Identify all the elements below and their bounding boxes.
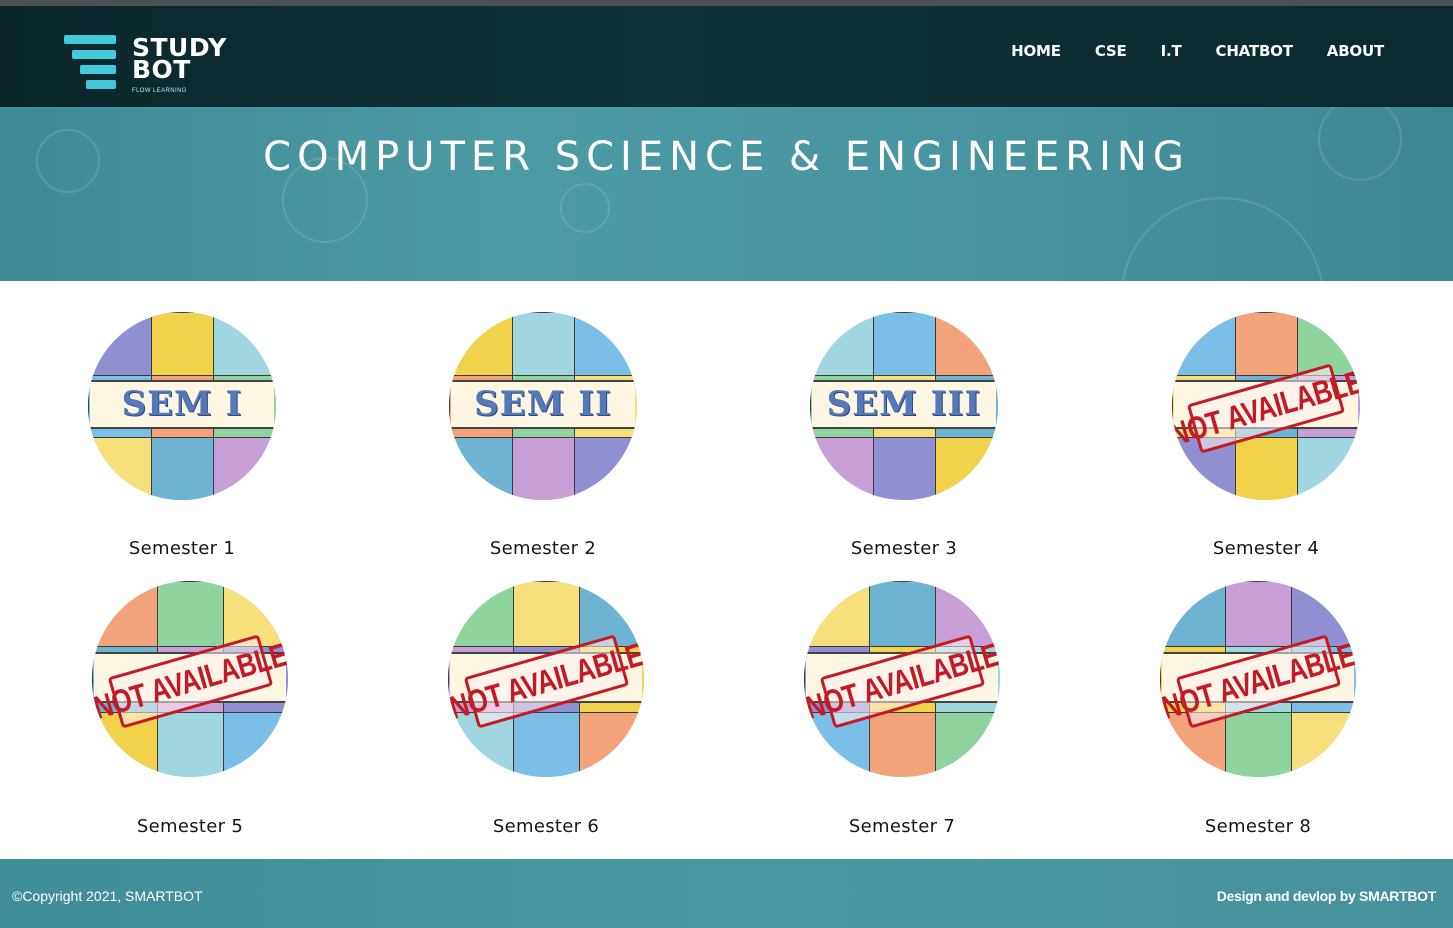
- semester-thumbnail[interactable]: NOT AVAILABLE: [1160, 581, 1356, 777]
- illustration-tile: [1225, 581, 1293, 649]
- illustration-tile: [157, 711, 225, 777]
- illustration-tile: [810, 437, 875, 500]
- semester-badge-text: SEM I: [121, 384, 243, 425]
- illustration-tile: [448, 581, 516, 649]
- illustration-tile: [449, 437, 514, 500]
- semester-thumbnail[interactable]: NOT AVAILABLE: [448, 581, 644, 777]
- illustration-tile: [511, 312, 577, 377]
- illustration-tile: [157, 581, 225, 649]
- semester-grid: SEM I Semester 1 SEM II Semester 2 SEM III Se…: [0, 281, 1453, 859]
- illustration-tile: [810, 312, 875, 377]
- illustration-tile: [150, 312, 216, 377]
- illustration-tile: [869, 711, 937, 777]
- illustration-tile: [513, 711, 581, 777]
- illustration-tile: [934, 711, 1000, 777]
- illustration-tile: [88, 312, 153, 377]
- logo-text-bot: BOT: [132, 55, 191, 84]
- nav-cse[interactable]: CSE: [1095, 42, 1127, 60]
- illustration-tile: [1297, 437, 1360, 500]
- footer-credit: Design and devlop by SMARTBOT: [1216, 888, 1437, 904]
- illustration-tile: [872, 437, 938, 500]
- semester-label[interactable]: Semester 5: [70, 816, 310, 837]
- illustration-tile: [804, 581, 872, 649]
- semester-thumbnail[interactable]: SEM II: [449, 312, 637, 500]
- semester-label[interactable]: Semester 2: [423, 538, 663, 559]
- network-node-icon: [560, 183, 610, 233]
- illustration-tile: [574, 437, 637, 500]
- footer-copyright: ©Copyright 2021, SMARTBOT: [12, 888, 203, 904]
- logo-stripes-icon: [64, 32, 120, 96]
- illustration-tile: [574, 312, 637, 377]
- illustration-tile: [449, 312, 514, 377]
- illustration-tile: [1172, 312, 1237, 377]
- nav-it[interactable]: I.T: [1161, 42, 1182, 60]
- illustration-tile: [1234, 437, 1300, 500]
- illustration-tile: [935, 312, 998, 377]
- semester-badge-text: SEM II: [474, 384, 612, 425]
- semester-thumbnail[interactable]: NOT AVAILABLE: [804, 581, 1000, 777]
- semester-label[interactable]: Semester 3: [784, 538, 1024, 559]
- nav-about[interactable]: ABOUT: [1327, 42, 1384, 60]
- semester-thumbnail[interactable]: SEM I: [88, 312, 276, 500]
- semester-banner: SEM III: [812, 379, 996, 429]
- navbar: STUDY BOT FLOW LEARNING HOME CSE I.T CHA…: [0, 6, 1453, 107]
- footer: ©Copyright 2021, SMARTBOT Design and dev…: [0, 859, 1453, 928]
- main-nav: HOME CSE I.T CHATBOT ABOUT: [1011, 42, 1384, 60]
- semester-thumbnail[interactable]: NOT AVAILABLE: [92, 581, 288, 777]
- illustration-tile: [213, 312, 276, 377]
- semester-thumbnail[interactable]: NOT AVAILABLE: [1172, 312, 1360, 500]
- illustration-tile: [1225, 711, 1293, 777]
- illustration-tile: [1290, 711, 1356, 777]
- semester-banner: SEM I: [90, 379, 274, 429]
- semester-label[interactable]: Semester 8: [1138, 816, 1378, 837]
- studybot-logo[interactable]: STUDY BOT FLOW LEARNING: [64, 32, 244, 100]
- illustration-tile: [513, 581, 581, 649]
- semester-label[interactable]: Semester 6: [426, 816, 666, 837]
- illustration-tile: [222, 711, 288, 777]
- nav-chatbot[interactable]: CHATBOT: [1216, 42, 1293, 60]
- illustration-tile: [869, 581, 937, 649]
- illustration-tile: [88, 437, 153, 500]
- logo-tagline: FLOW LEARNING: [132, 88, 187, 94]
- nav-home[interactable]: HOME: [1011, 42, 1061, 60]
- hero-banner: COMPUTER SCIENCE & ENGINEERING: [0, 107, 1453, 281]
- illustration-tile: [1160, 581, 1228, 649]
- illustration-tile: [92, 581, 160, 649]
- semester-label[interactable]: Semester 7: [782, 816, 1022, 837]
- page-title: COMPUTER SCIENCE & ENGINEERING: [263, 134, 1190, 180]
- illustration-tile: [1234, 312, 1300, 377]
- illustration-tile: [872, 312, 938, 377]
- chart-icon: [1120, 197, 1324, 281]
- semester-label[interactable]: Semester 4: [1146, 538, 1386, 559]
- semester-badge-text: SEM III: [826, 384, 982, 425]
- semester-banner: SEM II: [451, 379, 635, 429]
- semester-thumbnail[interactable]: SEM III: [810, 312, 998, 500]
- illustration-tile: [935, 437, 998, 500]
- illustration-tile: [150, 437, 216, 500]
- semester-label[interactable]: Semester 1: [62, 538, 302, 559]
- illustration-tile: [213, 437, 276, 500]
- illustration-tile: [578, 711, 644, 777]
- illustration-tile: [511, 437, 577, 500]
